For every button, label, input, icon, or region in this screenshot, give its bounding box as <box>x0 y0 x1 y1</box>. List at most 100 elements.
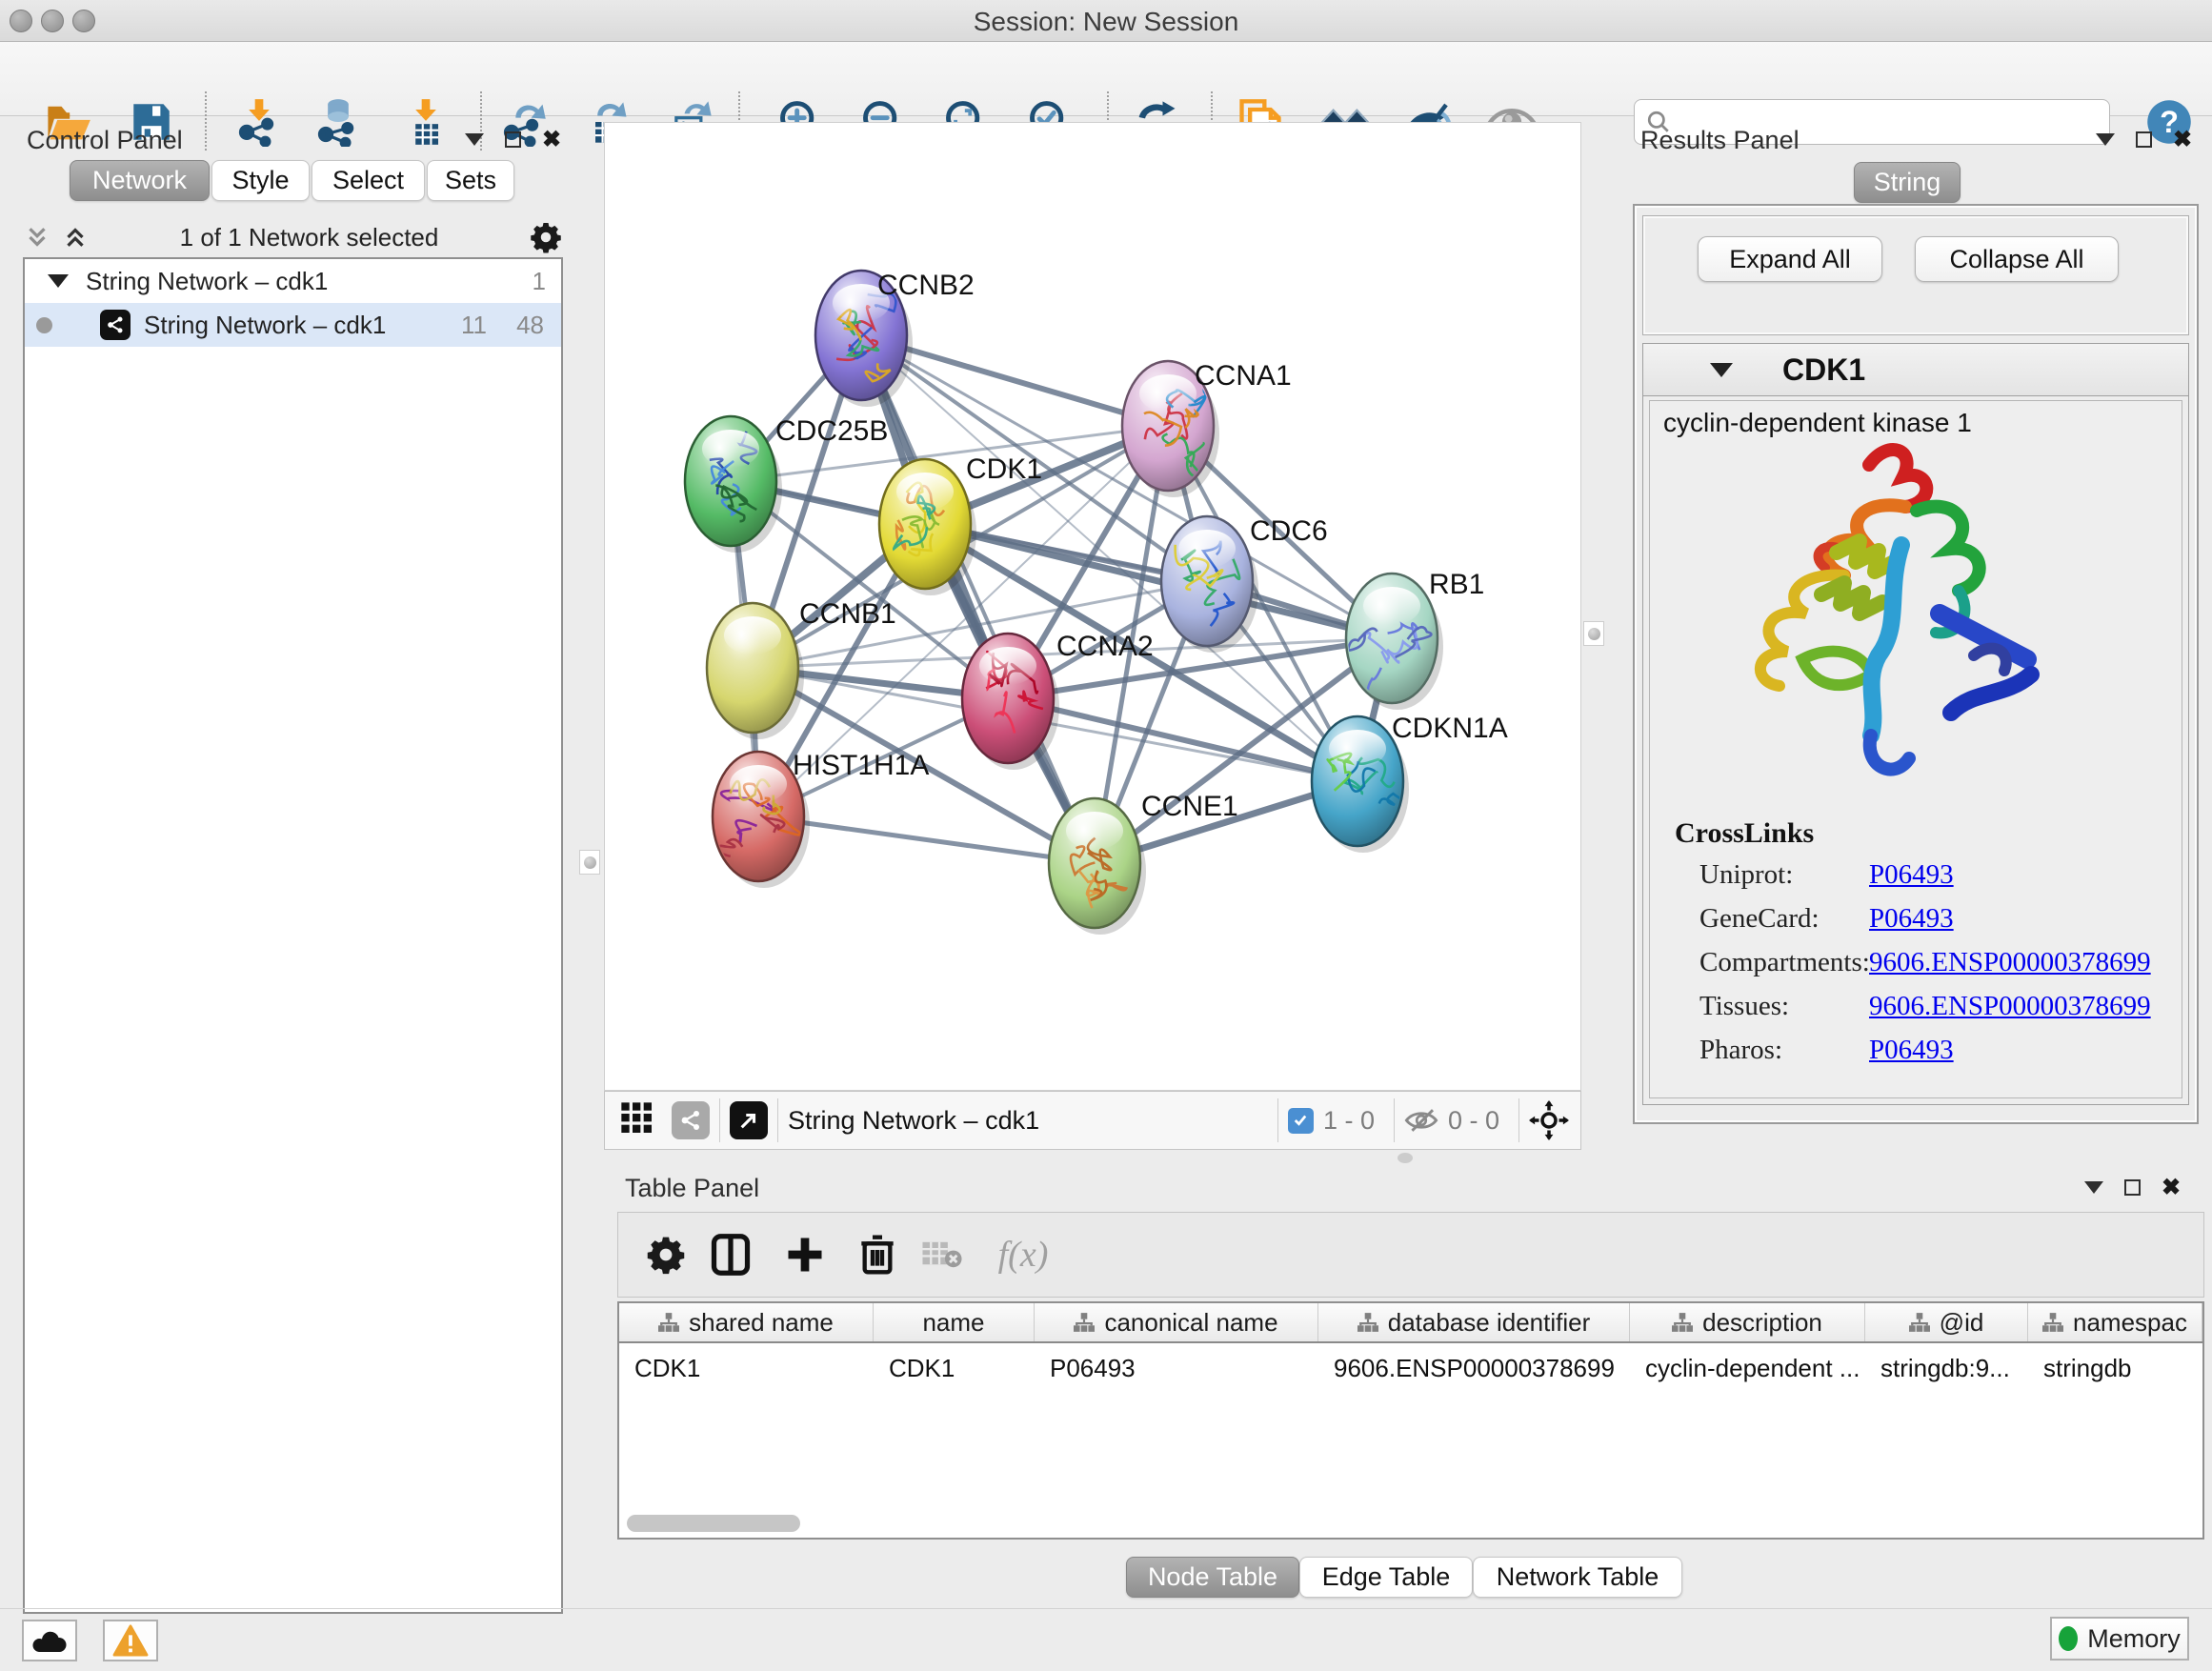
node-label: CCNA1 <box>1195 360 1292 392</box>
network-collection-row[interactable]: String Network – cdk1 1 <box>25 259 561 303</box>
network-graph[interactable]: CCNB2CCNA1CDC25BCDK1CDC6RB1CCNB1CCNA2CDK… <box>605 123 1580 1090</box>
shared-column-tree-icon <box>1074 1312 1095 1333</box>
node-label: CDC25B <box>775 415 888 447</box>
network-row-selected[interactable]: String Network – cdk1 11 48 <box>25 303 561 347</box>
tab-node-table[interactable]: Node Table <box>1126 1557 1299 1598</box>
node-label: CDC6 <box>1250 515 1328 547</box>
cloud-status-button[interactable] <box>22 1620 77 1661</box>
right-splitter-handle[interactable] <box>1583 621 1604 646</box>
table-cell[interactable]: CDK1 <box>619 1347 874 1389</box>
tab-network-table[interactable]: Network Table <box>1473 1557 1682 1598</box>
shared-column-tree-icon <box>1672 1312 1693 1333</box>
create-column-button[interactable] <box>779 1229 831 1280</box>
table-hscrollbar-thumb[interactable] <box>627 1515 800 1532</box>
panel-close-icon[interactable]: ✖ <box>542 131 561 148</box>
delete-column-button[interactable] <box>852 1229 903 1280</box>
column-header[interactable]: canonical name <box>1035 1303 1318 1341</box>
import-table-button[interactable] <box>400 96 452 148</box>
crosslink-label: GeneCard: <box>1699 903 1820 935</box>
string-network-badge <box>100 310 131 340</box>
import-table-icon <box>401 97 451 147</box>
collapse-all-chevron-icon[interactable] <box>23 223 51 252</box>
collection-expand-icon[interactable] <box>48 274 69 288</box>
crosslink-pharos-link[interactable]: P06493 <box>1869 1035 1954 1066</box>
crosslink-genecard-link[interactable]: P06493 <box>1869 903 1954 935</box>
tab-edge-table[interactable]: Edge Table <box>1299 1557 1473 1598</box>
open-view-button[interactable] <box>730 1101 768 1139</box>
current-view-dot-icon <box>36 317 52 333</box>
panel-close-icon[interactable]: ✖ <box>2173 131 2192 148</box>
expand-all-button[interactable]: Expand All <box>1698 236 1882 282</box>
delete-table-button-disabled <box>916 1229 968 1280</box>
left-splitter-handle[interactable] <box>579 850 600 875</box>
node-CDC6[interactable] <box>1161 516 1258 653</box>
import-network-database-button[interactable] <box>312 96 364 148</box>
network-label: String Network – cdk1 <box>144 311 386 340</box>
tab-select[interactable]: Select <box>312 160 425 201</box>
column-header[interactable]: name <box>874 1303 1035 1341</box>
table-settings-button[interactable] <box>640 1229 692 1280</box>
column-header[interactable]: description <box>1630 1303 1865 1341</box>
network-tree: String Network – cdk1 1 String Network –… <box>23 257 563 1614</box>
function-builder-button-disabled: f(x) <box>983 1229 1063 1280</box>
netbar-separator <box>1518 1098 1519 1142</box>
check-icon <box>1292 1112 1309 1129</box>
node-CCNB1[interactable] <box>707 603 804 739</box>
memory-label: Memory <box>2087 1624 2181 1654</box>
node-CCNE1[interactable] <box>1049 798 1146 935</box>
panel-menu-icon[interactable] <box>2096 133 2115 146</box>
table-cell[interactable]: stringdb:9... <box>1865 1347 2028 1389</box>
birds-eye-grid-button[interactable] <box>618 1099 656 1142</box>
selected-checkbox[interactable] <box>1288 1108 1314 1134</box>
edge[interactable] <box>861 335 1095 863</box>
panel-float-icon[interactable] <box>2124 1179 2141 1196</box>
collapse-all-button[interactable]: Collapse All <box>1915 236 2119 282</box>
tab-network[interactable]: Network <box>70 160 210 201</box>
panel-float-icon[interactable] <box>2136 131 2152 148</box>
table-cell[interactable]: 9606.ENSP00000378699 <box>1318 1347 1630 1389</box>
crosslink-label: Tissues: <box>1699 991 1789 1022</box>
netbar-separator <box>1277 1098 1278 1142</box>
table-cell[interactable]: stringdb <box>2028 1347 2202 1389</box>
arrow-up-right-icon <box>738 1110 759 1131</box>
table-cell[interactable]: CDK1 <box>874 1347 1035 1389</box>
section-collapse-icon[interactable] <box>1710 363 1733 377</box>
gene-section-header[interactable]: CDK1 <box>1642 343 2189 396</box>
node-label: RB1 <box>1429 569 1484 600</box>
crosslink-compartments-link[interactable]: 9606.ENSP00000378699 <box>1869 947 2151 978</box>
panel-menu-icon[interactable] <box>465 133 484 146</box>
panel-menu-icon[interactable] <box>2084 1181 2103 1194</box>
column-header[interactable]: @id <box>1865 1303 2028 1341</box>
panel-close-icon[interactable]: ✖ <box>2162 1179 2181 1196</box>
crosslink-label: Compartments: <box>1699 947 1870 978</box>
table-cell[interactable]: cyclin-dependent ... <box>1630 1347 1865 1389</box>
horizontal-splitter-handle[interactable] <box>1398 1153 1413 1163</box>
tab-style[interactable]: Style <box>211 160 310 201</box>
show-columns-button[interactable] <box>705 1229 756 1280</box>
tab-string[interactable]: String <box>1854 162 1961 203</box>
pan-crosshair-icon[interactable] <box>1529 1100 1569 1140</box>
import-network-file-button[interactable] <box>233 96 285 148</box>
column-header-label: namespac <box>2073 1308 2187 1338</box>
panel-float-icon[interactable] <box>505 131 521 148</box>
column-header[interactable]: namespac <box>2028 1303 2202 1341</box>
crosslink-uniprot-link[interactable]: P06493 <box>1869 859 1954 891</box>
expand-all-chevron-icon[interactable] <box>61 223 90 252</box>
fx-label: f(x) <box>998 1234 1049 1276</box>
table-cell[interactable]: P06493 <box>1035 1347 1318 1389</box>
warnings-button[interactable] <box>103 1620 158 1661</box>
netbar-separator <box>1394 1098 1395 1142</box>
network-selection-bar: 1 of 1 Network selected <box>23 217 563 257</box>
memory-button[interactable]: Memory <box>2050 1617 2189 1661</box>
node-label: CDKN1A <box>1392 713 1508 744</box>
network-canvas[interactable]: CCNB2CCNA1CDC25BCDK1CDC6RB1CCNB1CCNA2CDK… <box>604 122 1581 1091</box>
crosslink-tissues-link[interactable]: 9606.ENSP00000378699 <box>1869 991 2151 1022</box>
tab-sets[interactable]: Sets <box>427 160 514 201</box>
column-header[interactable]: shared name <box>619 1303 874 1341</box>
table-panel-window-controls: ✖ <box>2084 1179 2181 1196</box>
network-options-gear-icon[interactable] <box>529 220 563 254</box>
network-share-button[interactable] <box>672 1101 710 1139</box>
node-label: CCNB1 <box>799 598 896 630</box>
plus-icon <box>785 1235 825 1275</box>
column-header[interactable]: database identifier <box>1318 1303 1630 1341</box>
